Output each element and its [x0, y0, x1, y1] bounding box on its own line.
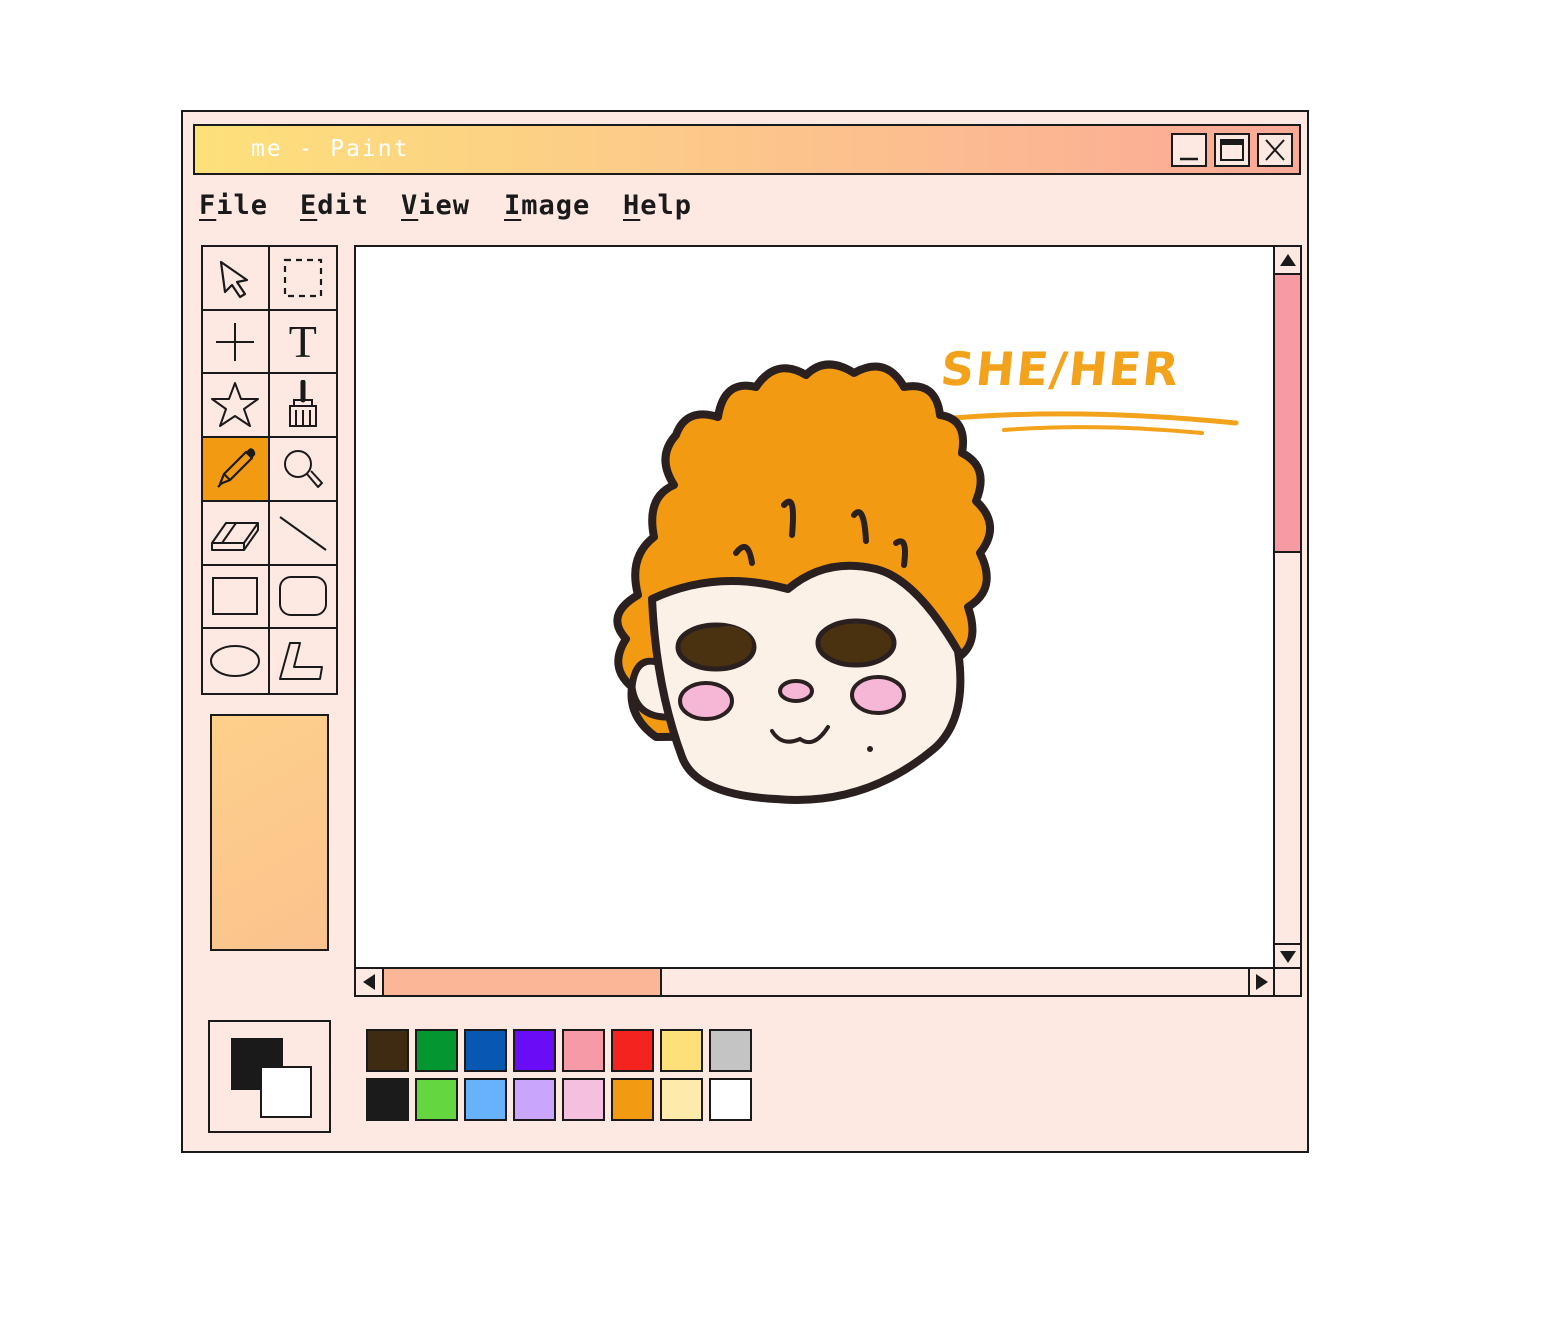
- color-swatch[interactable]: [513, 1078, 556, 1121]
- rect-select-icon: [283, 258, 322, 297]
- menu-help[interactable]: Help: [623, 190, 692, 221]
- color-swatch[interactable]: [611, 1078, 654, 1121]
- color-swatch[interactable]: [366, 1078, 409, 1121]
- color-swatch[interactable]: [660, 1029, 703, 1072]
- close-icon: [1265, 139, 1285, 161]
- star-icon: [211, 382, 260, 428]
- horizontal-scrollbar[interactable]: [356, 967, 1274, 995]
- tool-ellipse[interactable]: [203, 629, 270, 693]
- pronoun-annotation: SHE/HER: [938, 342, 1184, 396]
- color-swatch[interactable]: [415, 1029, 458, 1072]
- scroll-corner: [1273, 967, 1300, 995]
- close-button[interactable]: [1257, 133, 1293, 167]
- scroll-right-button[interactable]: [1248, 969, 1274, 995]
- tool-select[interactable]: [203, 247, 270, 311]
- underline-stroke: [939, 411, 1239, 426]
- tool-text[interactable]: T: [269, 310, 336, 375]
- paint-window: me - Paint File Edit View Image Help T S…: [181, 110, 1309, 1153]
- canvas-area[interactable]: SHE/HER: [354, 245, 1302, 997]
- current-colors: [208, 1020, 331, 1133]
- color-swatch[interactable]: [709, 1078, 752, 1121]
- tool-magnifier[interactable]: [269, 438, 336, 502]
- tool-rectangle[interactable]: [203, 565, 270, 630]
- background-color[interactable]: [260, 1066, 312, 1118]
- menu-file[interactable]: File: [199, 190, 268, 221]
- underline-stroke-2: [1002, 425, 1204, 435]
- vertical-scroll-thumb[interactable]: [1275, 273, 1300, 553]
- line-icon: [279, 515, 327, 551]
- horizontal-scroll-thumb[interactable]: [382, 969, 662, 995]
- right-arrow-icon: [1256, 974, 1268, 990]
- portrait-drawing: [613, 360, 995, 804]
- up-arrow-icon: [1280, 254, 1296, 266]
- vertical-scrollbar[interactable]: [1273, 247, 1301, 969]
- scroll-left-button[interactable]: [356, 969, 382, 995]
- polygon-icon: [278, 642, 323, 681]
- window-title: me - Paint: [251, 136, 410, 162]
- color-swatch[interactable]: [709, 1029, 752, 1072]
- color-swatch[interactable]: [366, 1029, 409, 1072]
- color-swatch[interactable]: [415, 1078, 458, 1121]
- scroll-up-button[interactable]: [1275, 247, 1301, 273]
- tool-rounded-rectangle[interactable]: [269, 565, 336, 630]
- tool-star[interactable]: [203, 374, 270, 439]
- menu-view[interactable]: View: [401, 190, 470, 221]
- toolbox: T: [201, 245, 338, 695]
- menu-image[interactable]: Image: [504, 190, 590, 221]
- maximize-button[interactable]: [1214, 133, 1250, 167]
- ellipse-icon: [210, 645, 261, 678]
- rounded-rectangle-icon: [278, 576, 327, 617]
- color-swatch[interactable]: [660, 1078, 703, 1121]
- color-swatch[interactable]: [611, 1029, 654, 1072]
- eraser-icon: [211, 521, 260, 551]
- pencil-icon: [217, 448, 256, 488]
- crosshair-icon: [216, 322, 255, 361]
- maximize-icon: [1220, 139, 1244, 161]
- down-arrow-icon: [1280, 951, 1296, 963]
- tool-polygon[interactable]: [269, 629, 336, 693]
- tool-pencil[interactable]: [203, 438, 270, 502]
- tool-options-panel: [210, 714, 329, 951]
- brush-icon: [288, 380, 317, 428]
- magnifier-icon: [283, 449, 323, 488]
- title-bar[interactable]: me - Paint: [193, 124, 1301, 175]
- tool-rect-select[interactable]: [269, 247, 336, 311]
- color-swatch[interactable]: [562, 1078, 605, 1121]
- tool-eraser[interactable]: [203, 501, 270, 566]
- minimize-button[interactable]: [1171, 133, 1207, 167]
- tool-crosshair[interactable]: [203, 310, 270, 375]
- color-swatch[interactable]: [464, 1078, 507, 1121]
- rectangle-icon: [212, 577, 259, 616]
- color-swatch[interactable]: [513, 1029, 556, 1072]
- color-palette: [366, 1029, 752, 1121]
- minimize-icon: [1180, 157, 1198, 161]
- color-swatch[interactable]: [562, 1029, 605, 1072]
- tool-brush[interactable]: [269, 374, 336, 439]
- select-arrow-icon: [220, 260, 249, 298]
- tool-line[interactable]: [269, 501, 336, 566]
- scroll-down-button[interactable]: [1275, 943, 1301, 969]
- text-tool-icon: T: [288, 315, 317, 367]
- color-swatch[interactable]: [464, 1029, 507, 1072]
- menu-edit[interactable]: Edit: [300, 190, 369, 221]
- left-arrow-icon: [363, 974, 375, 990]
